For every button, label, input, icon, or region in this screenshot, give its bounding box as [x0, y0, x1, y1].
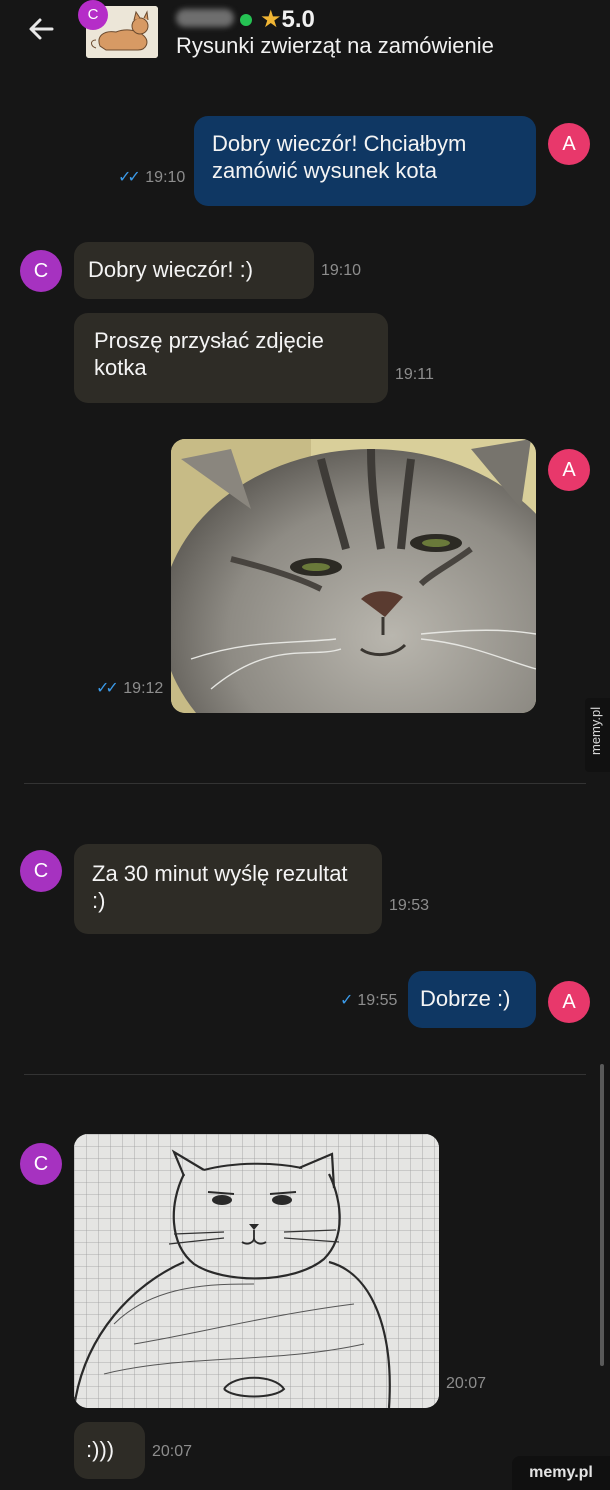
- seller-name-blurred: [176, 9, 234, 27]
- read-ticks-icon: ✓✓: [96, 680, 119, 697]
- message-bubble-incoming[interactable]: :))): [74, 1422, 145, 1479]
- listing-title: Rysunki zwierząt na zamówienie: [176, 33, 494, 58]
- watermark-bottom: memy.pl: [512, 1456, 610, 1490]
- seller-avatar[interactable]: C: [20, 850, 62, 892]
- message-time: ✓✓ 19:10: [118, 169, 186, 186]
- read-ticks-icon: ✓✓: [118, 169, 141, 186]
- message-time: ✓ 19:55: [340, 992, 398, 1009]
- message-bubble-outgoing[interactable]: Dobrze :): [408, 971, 536, 1028]
- divider: [24, 783, 586, 784]
- message-time: ✓✓ 19:12: [96, 680, 164, 697]
- my-avatar[interactable]: A: [548, 981, 590, 1023]
- sent-tick-icon: ✓: [340, 992, 354, 1009]
- my-avatar[interactable]: A: [548, 123, 590, 165]
- online-status-dot: [240, 14, 252, 26]
- divider: [24, 1074, 586, 1075]
- message-time: 20:07: [152, 1443, 193, 1460]
- message-bubble-incoming[interactable]: Proszę przysłać zdjęcie kotka: [74, 313, 388, 403]
- chat-header: C ★5.0 Rysunki zwierząt na zamówienie: [0, 0, 610, 66]
- seller-rating: ★5.0: [260, 5, 315, 34]
- message-time: 19:11: [395, 366, 434, 383]
- cat-drawing[interactable]: [74, 1134, 439, 1408]
- cat-photo[interactable]: [171, 439, 536, 713]
- message-time: 19:10: [321, 262, 362, 279]
- seller-avatar-badge: C: [78, 0, 108, 30]
- my-avatar[interactable]: A: [548, 449, 590, 491]
- star-icon: ★: [260, 6, 282, 33]
- watermark-side: memy.pl: [585, 698, 610, 772]
- message-bubble-outgoing[interactable]: Dobry wieczór! Chciałbym zamówić wysunek…: [194, 116, 536, 206]
- seller-avatar[interactable]: C: [20, 250, 62, 292]
- back-arrow-icon[interactable]: [24, 12, 58, 46]
- message-time: 19:53: [389, 897, 430, 914]
- message-bubble-incoming[interactable]: Za 30 minut wyślę rezultat :): [74, 844, 382, 934]
- seller-avatar[interactable]: C: [20, 1143, 62, 1185]
- rating-value: 5.0: [281, 6, 315, 33]
- message-time: 20:07: [446, 1375, 487, 1392]
- scrollbar[interactable]: [600, 1064, 604, 1366]
- message-bubble-incoming[interactable]: Dobry wieczór! :): [74, 242, 314, 299]
